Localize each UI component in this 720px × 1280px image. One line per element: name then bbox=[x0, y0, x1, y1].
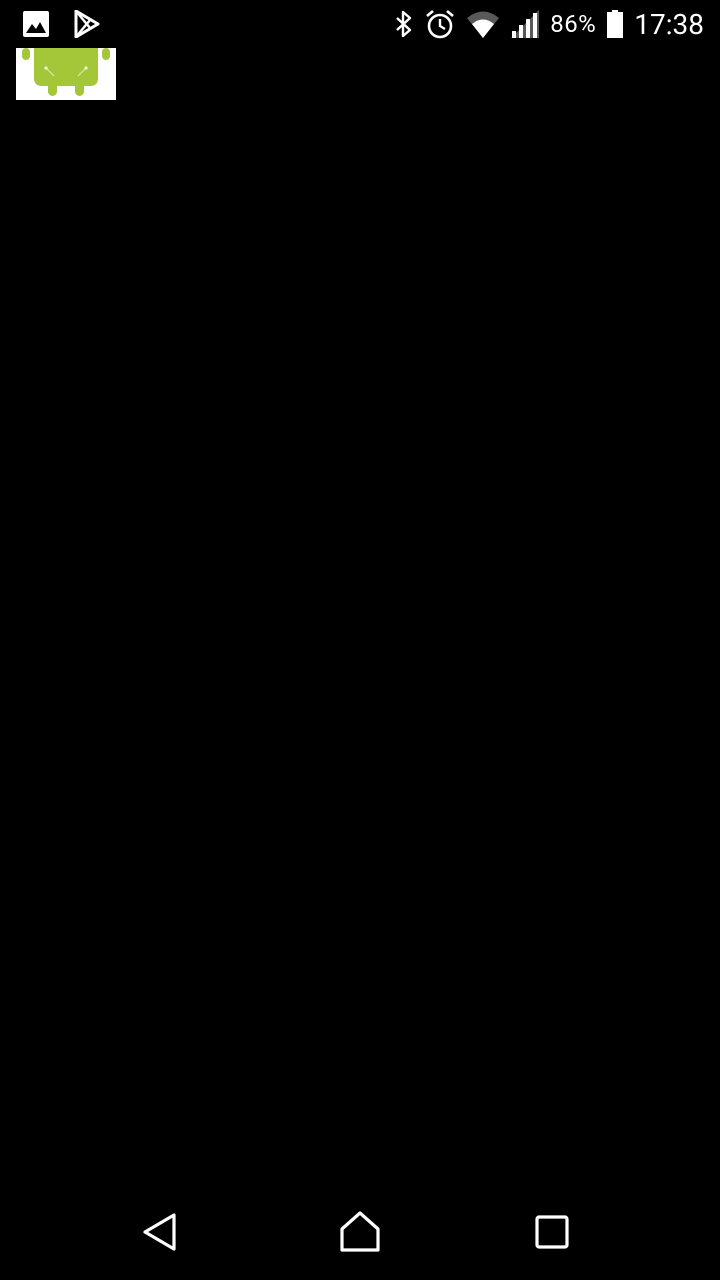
battery-icon bbox=[606, 9, 624, 39]
alarm-icon bbox=[424, 8, 456, 40]
bluetooth-icon bbox=[394, 9, 414, 39]
play-store-icon bbox=[74, 10, 100, 38]
signal-icon bbox=[510, 9, 540, 39]
home-button[interactable] bbox=[328, 1200, 392, 1264]
recents-icon bbox=[535, 1215, 569, 1249]
home-icon bbox=[340, 1211, 380, 1252]
status-notifications bbox=[22, 10, 100, 38]
back-button[interactable] bbox=[128, 1200, 192, 1264]
clock: 17:38 bbox=[634, 7, 704, 41]
battery-percentage: 86% bbox=[550, 10, 597, 38]
status-indicators: 86% 17:38 bbox=[394, 6, 704, 42]
screen: 86% 17:38 bbox=[0, 0, 720, 1280]
back-icon bbox=[143, 1213, 176, 1251]
recents-button[interactable] bbox=[520, 1200, 584, 1264]
android-robot-icon bbox=[22, 48, 110, 96]
image-icon bbox=[22, 10, 50, 38]
wifi-icon bbox=[466, 9, 500, 39]
android-robot-image[interactable] bbox=[16, 48, 116, 100]
navigation-bar bbox=[0, 1184, 720, 1280]
status-bar: 86% 17:38 bbox=[0, 0, 720, 48]
